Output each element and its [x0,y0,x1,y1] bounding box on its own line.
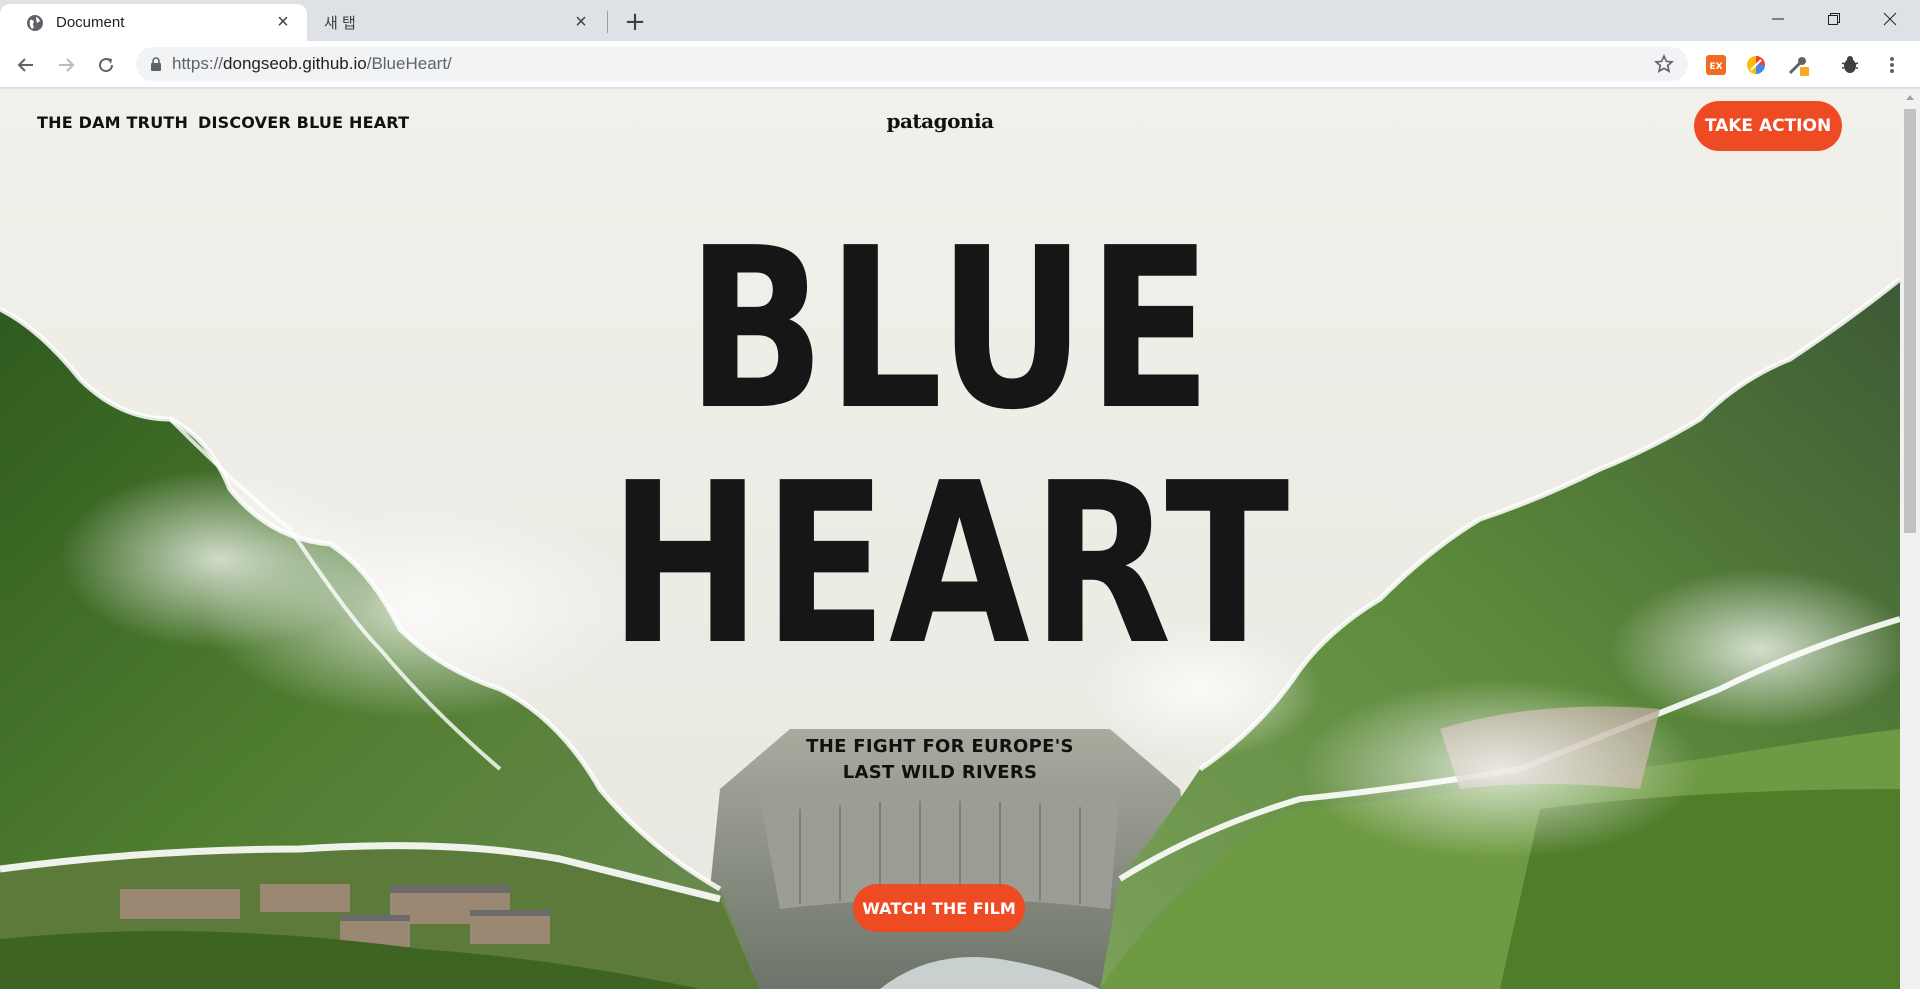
new-tab-button[interactable]: + [621,7,649,37]
scroll-up-arrow-icon[interactable] [1906,95,1914,100]
hero-title-line1: BLUE [686,201,1214,459]
tab-new-tab[interactable]: 새 탭 × [310,4,605,41]
browser-toolbar: https://dongseob.github.io/BlueHeart/ EX [0,41,1920,88]
extension-eyedropper-icon[interactable] [1786,53,1810,77]
reload-icon[interactable] [90,49,122,81]
patagonia-logo[interactable]: patagonia [880,109,1000,133]
page-scrollbar[interactable] [1900,89,1920,989]
tab-title: Document [56,14,125,31]
bookmark-star-icon[interactable] [1654,54,1674,78]
globe-icon [26,14,44,32]
tab-divider [607,11,608,33]
close-icon[interactable]: × [571,11,591,33]
nav-link-discover-blue-heart[interactable]: DISCOVER BLUE HEART [198,113,409,132]
address-bar[interactable]: https://dongseob.github.io/BlueHeart/ [136,47,1688,81]
tab-strip: Document × 새 탭 × + [0,0,1920,41]
hero-tagline: THE FIGHT FOR EUROPE'S LAST WILD RIVERS [700,734,1180,786]
hero-title-line2: HEART [609,436,1291,694]
tagline-line2: LAST WILD RIVERS [842,762,1038,783]
tagline-line1: THE FIGHT FOR EUROPE'S [806,736,1074,757]
tab-document[interactable]: Document × [0,4,307,41]
extension-ex-icon[interactable]: EX [1704,53,1728,77]
tab-title: 새 탭 [324,15,356,32]
extension-bug-icon[interactable] [1838,53,1862,77]
url-text: https://dongseob.github.io/BlueHeart/ [172,54,452,73]
back-icon[interactable] [10,49,42,81]
scrollbar-thumb[interactable] [1904,109,1916,533]
lock-icon[interactable] [150,57,162,71]
restore-icon[interactable] [1806,0,1862,38]
menu-icon[interactable] [1880,53,1904,77]
watch-the-film-button[interactable]: WATCH THE FILM [853,884,1025,932]
svg-text:EX: EX [1709,62,1722,72]
nav-link-dam-truth[interactable]: THE DAM TRUTH [37,113,188,132]
page-viewport: THE DAM TRUTH DISCOVER BLUE HEART patago… [0,89,1900,989]
extension-color-icon[interactable] [1744,53,1768,77]
minimize-icon[interactable] [1750,0,1806,38]
take-action-button[interactable]: TAKE ACTION [1694,101,1842,151]
forward-icon[interactable] [50,49,82,81]
close-window-icon[interactable] [1862,0,1918,38]
close-icon[interactable]: × [273,11,293,33]
